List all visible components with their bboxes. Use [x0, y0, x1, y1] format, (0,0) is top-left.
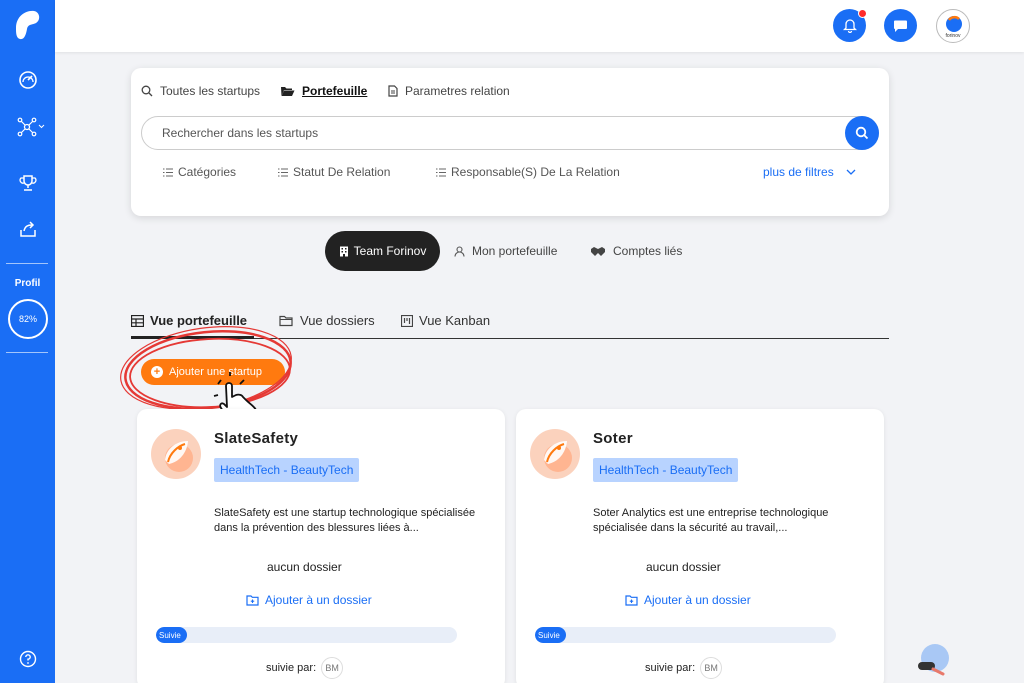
startup-name[interactable]: SlateSafety	[214, 430, 298, 447]
chat-icon	[894, 20, 907, 32]
startup-card[interactable]: Soter HealthTech - BeautyTech Soter Anal…	[516, 409, 884, 683]
folder-icon	[279, 315, 293, 326]
add-startup-button[interactable]: + Ajouter une startup	[141, 359, 285, 385]
handshake-icon	[591, 246, 605, 256]
chevron-down-icon	[846, 169, 856, 175]
rocket-logo-icon	[151, 429, 201, 479]
user-icon	[454, 245, 465, 257]
relation-status-bar: Suivie	[156, 627, 457, 643]
forinov-logo[interactable]	[12, 8, 42, 42]
filter-label: Responsable(S) De La Relation	[451, 165, 620, 179]
filter-categories[interactable]: Catégories	[163, 165, 236, 179]
help-icon[interactable]	[19, 650, 37, 668]
filter-label: Catégories	[178, 165, 237, 179]
folder-plus-icon	[625, 594, 638, 606]
kanban-icon	[401, 314, 413, 327]
folder-plus-icon	[246, 594, 259, 606]
list-icon	[436, 168, 446, 176]
tab-label: Parametres relation	[405, 84, 510, 98]
relation-status-label: Suivie	[159, 630, 181, 640]
tab-portfolio[interactable]: Portefeuille	[280, 84, 367, 98]
tab-portfolio-view[interactable]: Vue portefeuille	[131, 313, 247, 328]
filter-label: Statut De Relation	[293, 165, 391, 179]
tab-label: Toutes les startups	[160, 84, 261, 98]
avatar-brand-text: forinov	[945, 33, 961, 39]
sidebar-divider	[6, 263, 48, 264]
export-icon[interactable]	[15, 216, 41, 242]
top-bar: forinov	[55, 0, 1024, 52]
follower-avatar[interactable]: BM	[321, 657, 344, 679]
my-portfolio-label: Mon portefeuille	[472, 244, 558, 258]
follower-avatar[interactable]: BM	[700, 657, 723, 679]
notification-dot	[858, 9, 867, 18]
search-input[interactable]	[162, 117, 842, 149]
plus-icon: +	[151, 366, 163, 378]
followed-by-label: suivie par:	[266, 662, 317, 674]
search-box	[141, 116, 879, 150]
folder-status: aucun dossier	[646, 560, 721, 574]
tab-label: Portefeuille	[302, 84, 368, 98]
add-to-folder-button[interactable]: Ajouter à un dossier	[625, 593, 751, 607]
startup-description: SlateSafety est une startup technologiqu…	[214, 507, 476, 534]
search-panel: Toutes les startups Portefeuille Paramet…	[131, 68, 889, 216]
notifications-button[interactable]	[833, 9, 867, 42]
add-to-folder-label: Ajouter à un dossier	[265, 593, 372, 607]
bell-icon	[842, 19, 857, 33]
team-forinov-label: Team Forinov	[353, 244, 427, 258]
trophy-icon[interactable]	[15, 170, 41, 196]
followed-by: suivie par: BM	[266, 657, 344, 679]
sidebar-divider	[6, 352, 48, 353]
support-chat-icon[interactable]	[916, 643, 950, 677]
followed-by: suivie par: BM	[645, 657, 723, 679]
list-icon	[163, 168, 173, 176]
startup-card[interactable]: SlateSafety HealthTech - BeautyTech Slat…	[137, 409, 505, 683]
startup-name[interactable]: Soter	[593, 430, 633, 447]
search-icon	[141, 85, 153, 97]
tab-label: Vue portefeuille	[150, 313, 248, 328]
building-icon	[339, 246, 348, 256]
add-to-folder-label: Ajouter à un dossier	[644, 593, 751, 607]
more-filters-button[interactable]: plus de filtres	[763, 165, 856, 179]
tab-folders-view[interactable]: Vue dossiers	[279, 313, 375, 328]
search-icon	[855, 126, 869, 140]
table-icon	[131, 314, 144, 327]
profile-completion-ring[interactable]: 82%	[8, 299, 48, 339]
add-to-folder-button[interactable]: Ajouter à un dossier	[246, 593, 372, 607]
sidebar: Profil 82%	[0, 0, 55, 683]
tab-label: Vue dossiers	[300, 313, 375, 328]
team-forinov-button[interactable]: Team Forinov	[325, 231, 440, 271]
relation-status-fill: Suivie	[535, 627, 566, 643]
tab-kanban-view[interactable]: Vue Kanban	[401, 313, 490, 328]
profile-completion-value: 82%	[18, 314, 37, 324]
startup-category-tag: HealthTech - BeautyTech	[214, 458, 360, 482]
active-tab-indicator	[131, 336, 254, 339]
user-avatar[interactable]: forinov	[936, 9, 970, 43]
tab-relation-settings[interactable]: Parametres relation	[388, 84, 510, 98]
tab-label: Vue Kanban	[419, 313, 491, 328]
dashboard-icon[interactable]	[15, 67, 41, 93]
rocket-logo-icon	[530, 429, 580, 479]
search-button[interactable]	[845, 116, 879, 150]
relation-status-label: Suivie	[538, 630, 560, 640]
profile-label: Profil	[14, 278, 41, 289]
network-icon[interactable]	[15, 114, 49, 140]
more-filters-label: plus de filtres	[763, 165, 834, 179]
relation-status-bar: Suivie	[535, 627, 836, 643]
list-icon	[278, 168, 288, 176]
add-startup-label: Ajouter une startup	[169, 366, 262, 378]
tab-all-startups[interactable]: Toutes les startups	[141, 84, 260, 98]
folder-status: aucun dossier	[267, 560, 342, 574]
startup-description: Soter Analytics est une entreprise techn…	[593, 507, 829, 534]
messages-button[interactable]	[884, 9, 917, 42]
followed-by-label: suivie par:	[645, 662, 696, 674]
linked-accounts-label: Comptes liés	[613, 244, 683, 258]
my-portfolio-button[interactable]: Mon portefeuille	[454, 244, 557, 258]
filter-relation-owner[interactable]: Responsable(S) De La Relation	[436, 165, 620, 179]
linked-accounts-button[interactable]: Comptes liés	[590, 244, 682, 258]
folder-open-icon	[281, 87, 295, 96]
startup-category-tag: HealthTech - BeautyTech	[593, 458, 739, 482]
filter-relation-status[interactable]: Statut De Relation	[278, 165, 390, 179]
relation-status-fill: Suivie	[156, 627, 187, 643]
document-icon	[388, 85, 398, 97]
